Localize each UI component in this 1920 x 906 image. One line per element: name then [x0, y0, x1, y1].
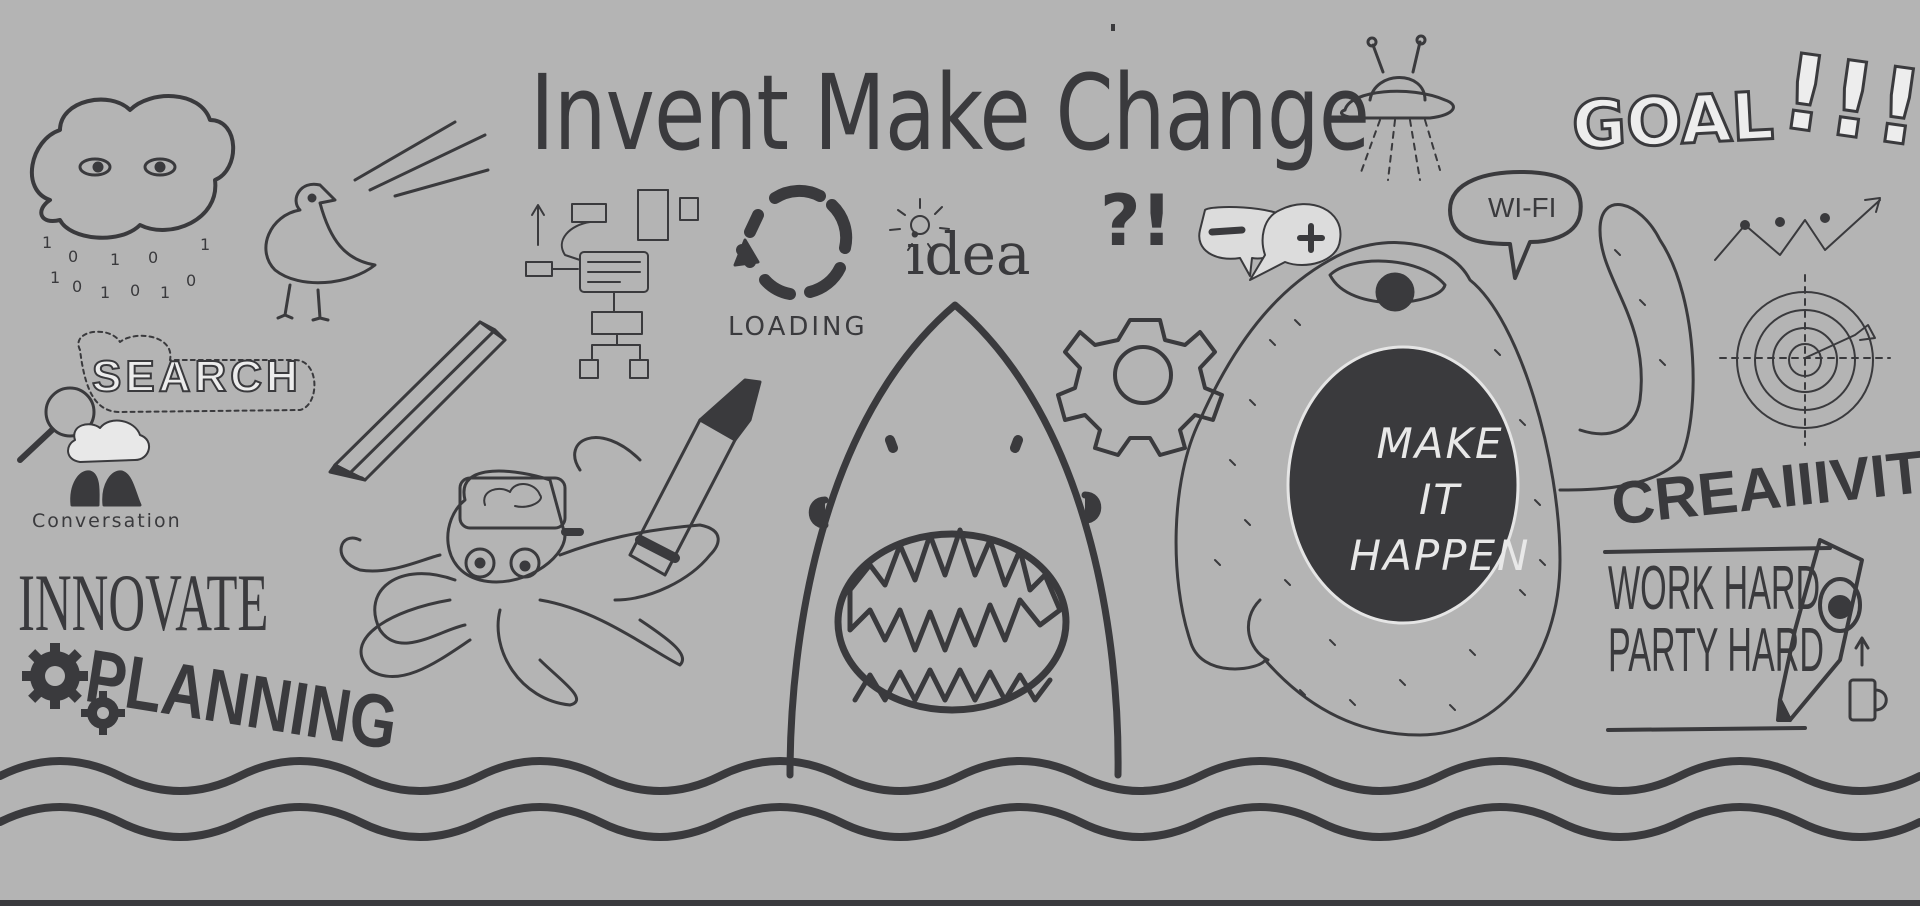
work-hard-line: WORK HARD	[1608, 554, 1821, 623]
marker-icon	[628, 378, 762, 577]
creativity-underline	[1603, 546, 1832, 554]
svg-text:0: 0	[68, 247, 78, 266]
waves	[0, 757, 1920, 841]
svg-text:1: 1	[42, 233, 52, 252]
cloud-icon: 10 1 01 1 0 1 0 10	[30, 94, 236, 302]
pencil-icon	[328, 320, 507, 482]
bottom-border	[0, 900, 1920, 906]
speech-bubble-icon	[1198, 203, 1342, 281]
goal-exclaim-label: !!!	[1772, 29, 1920, 173]
svg-text:1: 1	[200, 235, 210, 254]
svg-text:0: 0	[186, 271, 196, 290]
svg-text:1: 1	[100, 283, 110, 302]
octopus-icon	[339, 436, 720, 707]
svg-text:1: 1	[110, 250, 120, 269]
chart-arrow-icon	[1714, 197, 1881, 261]
make-it-happen: MAKE IT HAPPEN	[1310, 416, 1570, 584]
top-mark	[1111, 24, 1115, 31]
loading-arrow-icon	[733, 238, 760, 267]
bird-icon	[264, 120, 490, 322]
idea-label: idea	[906, 220, 1031, 288]
page-title: Invent Make Change	[530, 52, 1370, 174]
loading-icon	[736, 184, 853, 300]
work-party-hard: WORK HARD PARTY HARD	[1608, 558, 1824, 682]
wifi-bubble-icon	[1448, 170, 1583, 280]
doodle-canvas: 10101 101010 Invent Make Change LOADING …	[0, 0, 1920, 906]
make-line: MAKE	[1376, 419, 1504, 468]
happen-line: HAPPEN	[1349, 531, 1531, 580]
workhard-underline	[1606, 726, 1807, 732]
svg-text:1: 1	[160, 283, 170, 302]
it-line: IT	[1418, 475, 1462, 524]
svg-text:0: 0	[148, 248, 158, 267]
party-hard-line: PARTY HARD	[1608, 616, 1825, 685]
beer-icon	[1848, 636, 1888, 722]
conversation-label: Conversation	[32, 510, 182, 532]
svg-text:1: 1	[50, 268, 60, 287]
goal-label: GOAL	[1568, 76, 1776, 166]
gear-icon	[1056, 318, 1224, 457]
target-icon	[1719, 274, 1891, 446]
svg-text:0: 0	[130, 281, 140, 300]
loading-label: LOADING	[728, 312, 868, 342]
search-label: SEARCH	[91, 351, 302, 402]
question-exclaim-label: ?!	[1100, 180, 1173, 262]
flowchart-icon	[525, 189, 699, 379]
svg-text:0: 0	[72, 277, 82, 296]
shark-icon	[786, 301, 1122, 779]
innovate-label: INNOVATE	[18, 557, 269, 648]
wifi-label: WI-FI	[1488, 192, 1557, 223]
